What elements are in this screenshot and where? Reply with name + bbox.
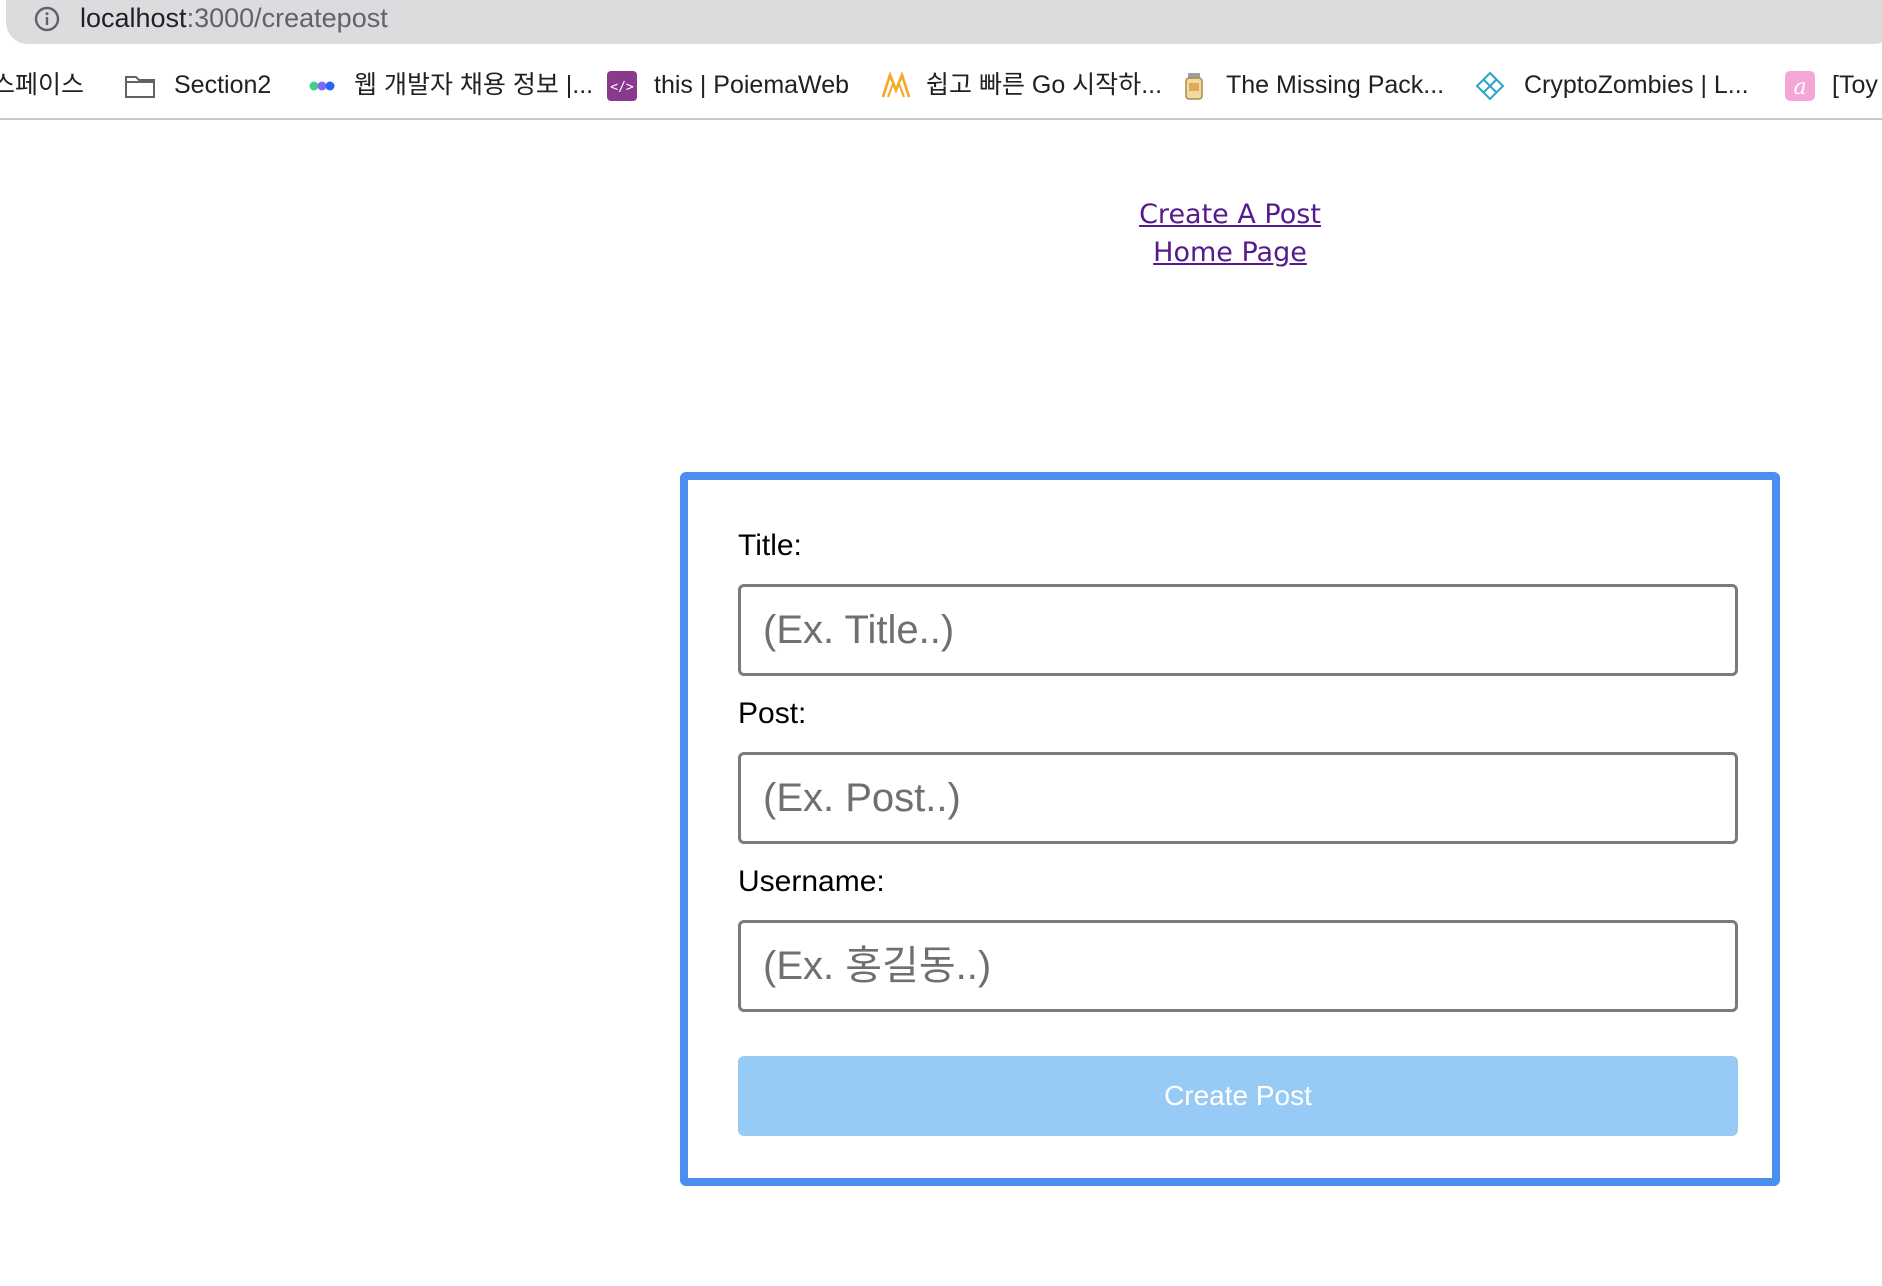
bookmarks-bar: 스페이스 Section2 웹 개발자 채용 정보 |... </> this …: [0, 58, 1882, 112]
create-post-button[interactable]: Create Post: [738, 1056, 1738, 1136]
info-icon[interactable]: [34, 6, 60, 32]
address-bar[interactable]: localhost:3000/createpost: [6, 0, 1882, 44]
a-logo-icon: a: [1785, 71, 1815, 101]
chrome-divider: [0, 118, 1882, 120]
jar-icon: [1185, 73, 1203, 100]
username-input[interactable]: [738, 920, 1738, 1012]
crypto-icon: [1475, 71, 1505, 101]
post-input[interactable]: [738, 752, 1738, 844]
svg-text:a: a: [1793, 75, 1806, 100]
create-post-link[interactable]: Create A Post: [1080, 196, 1380, 234]
home-page-link[interactable]: Home Page: [1080, 234, 1380, 272]
username-label: Username:: [738, 865, 885, 898]
bookmark-toy[interactable]: [Toy: [1832, 68, 1878, 102]
bookmark-jobs[interactable]: 웹 개발자 채용 정보 |...: [354, 68, 593, 102]
title-label: Title:: [738, 529, 802, 562]
folder-icon: [125, 76, 155, 98]
dots-logo-icon: [309, 81, 335, 91]
create-post-form: Title: Post: Username: Create Post: [680, 472, 1780, 1186]
bookmark-go[interactable]: 쉽고 빠른 Go 시작하...: [926, 68, 1162, 102]
m-logo-icon: [881, 71, 911, 98]
bookmark-poiemaweb[interactable]: this | PoiemaWeb: [654, 68, 849, 102]
bookmark-missing-pack[interactable]: The Missing Pack...: [1226, 68, 1444, 102]
browser-address-area: localhost:3000/createpost: [0, 0, 1882, 44]
title-input[interactable]: [738, 584, 1738, 676]
url-host: localhost: [80, 3, 187, 33]
post-label: Post:: [738, 697, 807, 730]
code-icon: </>: [607, 71, 637, 101]
bookmark-workspace[interactable]: 스페이스: [0, 68, 84, 102]
url-path: :3000/createpost: [186, 3, 388, 33]
bookmark-cryptozombies[interactable]: CryptoZombies | L...: [1524, 68, 1749, 102]
nav-links: Create A Post Home Page: [1080, 196, 1380, 272]
svg-text:</>: </>: [610, 80, 634, 95]
url-text[interactable]: localhost:3000/createpost: [80, 0, 388, 36]
bookmark-section2[interactable]: Section2: [174, 68, 271, 102]
